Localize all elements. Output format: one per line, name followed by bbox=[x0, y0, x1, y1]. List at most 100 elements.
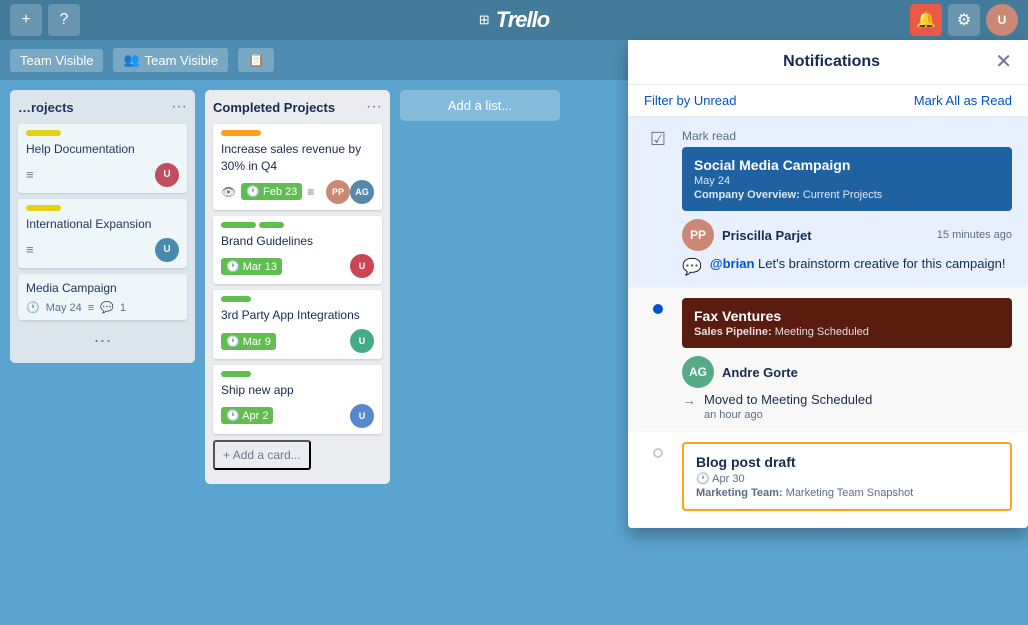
notif-read-toggle-1[interactable]: ☑ bbox=[646, 127, 670, 151]
user-avatar-button[interactable]: U bbox=[986, 4, 1018, 36]
card-help-documentation[interactable]: Help Documentation ≡ U bbox=[18, 124, 187, 193]
trello-logo: Trello bbox=[496, 7, 550, 33]
list-completed-projects: Completed Projects ··· Increase sales re… bbox=[205, 90, 390, 484]
team-icon: 👥 bbox=[123, 52, 139, 68]
nav-right: 🔔 ⚙ U bbox=[910, 4, 1018, 36]
board-label-blog: Marketing Team: bbox=[696, 487, 783, 499]
team-visible-button[interactable]: 👥 Team Visible bbox=[113, 48, 228, 72]
nav-left: + ? bbox=[10, 4, 80, 36]
board-menu-icon: 📋 bbox=[248, 52, 264, 68]
list-header-completed: Completed Projects ··· bbox=[213, 98, 382, 116]
trello-grid-icon: ⊞ bbox=[479, 12, 490, 28]
card-title-3rdparty: 3rd Party App Integrations bbox=[221, 307, 374, 324]
card-ship-app[interactable]: Ship new app 🕐 Apr 2 U bbox=[213, 365, 382, 434]
card-label-intl bbox=[26, 205, 61, 211]
card-meta-media: 🕐 May 24 ≡ 💬 1 bbox=[26, 301, 179, 314]
notif-action-row-2: → Moved to Meeting Scheduled an hour ago bbox=[682, 392, 1012, 421]
notif-body-3: Blog post draft 🕐 Apr 30 Marketing Team:… bbox=[682, 442, 1012, 517]
blog-date: Apr 30 bbox=[712, 473, 744, 485]
card-footer-sales: 👁 🕐 Feb 23 ≡ PP AG bbox=[221, 180, 374, 204]
card-brand-guidelines[interactable]: Brand Guidelines 🕐 Mar 13 U bbox=[213, 216, 382, 285]
card-increase-sales[interactable]: Increase sales revenue by 30% in Q4 👁 🕐 … bbox=[213, 124, 382, 210]
list-projects: …rojects ··· Help Documentation ≡ U Inte… bbox=[10, 90, 195, 363]
notif-card-title-fax: Fax Ventures bbox=[694, 308, 1000, 324]
due-badge-3rdparty: 🕐 Mar 9 bbox=[221, 333, 276, 350]
notif-user-row-2: AG Andre Gorte bbox=[682, 356, 1012, 388]
notifications-panel: Notifications ✕ Filter by Unread Mark Al… bbox=[628, 40, 1028, 528]
card-title-help: Help Documentation bbox=[26, 141, 179, 158]
card-title-shipapp: Ship new app bbox=[221, 382, 374, 399]
card-label-row-brand bbox=[221, 222, 374, 228]
notifications-header: Notifications ✕ bbox=[628, 40, 1028, 85]
label-green-shipapp bbox=[221, 371, 251, 377]
notif-card-title-blog: Blog post draft bbox=[696, 454, 998, 470]
notification-item-1: ☑ Mark read Social Media Campaign May 24… bbox=[628, 117, 1028, 288]
avatar-brand: U bbox=[350, 254, 374, 278]
logo-area: ⊞ Trello bbox=[479, 7, 549, 33]
board-title-button[interactable]: Team Visible bbox=[10, 49, 103, 72]
board-name-social: Current Projects bbox=[803, 189, 882, 201]
list-menu-button-completed[interactable]: ··· bbox=[366, 98, 382, 116]
due-badge-brand: 🕐 Mar 13 bbox=[221, 258, 282, 275]
label-green-2 bbox=[259, 222, 284, 228]
notifications-filter-bar: Filter by Unread Mark All as Read bbox=[628, 85, 1028, 117]
notifications-title: Notifications bbox=[668, 53, 995, 71]
notif-action-text-2: Moved to Meeting Scheduled bbox=[704, 392, 872, 407]
avatar-help: U bbox=[155, 163, 179, 187]
notif-avatar-pp: PP bbox=[682, 219, 714, 251]
notif-card-social-media[interactable]: Social Media Campaign May 24 Company Ove… bbox=[682, 147, 1012, 211]
notif-avatar-ag: AG bbox=[682, 356, 714, 388]
board-menu-button[interactable]: 📋 bbox=[238, 48, 274, 72]
list-menu-button-projects[interactable]: ··· bbox=[171, 98, 187, 116]
filter-unread-button[interactable]: Filter by Unread bbox=[644, 93, 736, 108]
notif-card-date-social: May 24 bbox=[694, 175, 1000, 187]
notif-card-date-blog: 🕐 Apr 30 bbox=[696, 472, 998, 485]
card-international-expansion[interactable]: International Expansion ≡ U bbox=[18, 199, 187, 268]
notif-left-2 bbox=[644, 298, 672, 314]
board-label-social: Company Overview: bbox=[694, 189, 800, 201]
notif-body-2: Fax Ventures Sales Pipeline: Meeting Sch… bbox=[682, 298, 1012, 421]
card-title-brand: Brand Guidelines bbox=[221, 233, 374, 250]
avatar-ag: AG bbox=[350, 180, 374, 204]
notifications-close-button[interactable]: ✕ bbox=[995, 52, 1012, 72]
clock-icon-blog: 🕐 bbox=[696, 473, 710, 485]
notif-dot-2 bbox=[653, 304, 663, 314]
avatar-intl: U bbox=[155, 238, 179, 262]
avatar-pp: PP bbox=[326, 180, 350, 204]
card-3rd-party[interactable]: 3rd Party App Integrations 🕐 Mar 9 U bbox=[213, 290, 382, 359]
board-name-blog: Marketing Team Snapshot bbox=[786, 487, 914, 499]
comment-body-1: Let's brainstorm creative for this campa… bbox=[758, 256, 1005, 271]
card-comment-icon: 💬 bbox=[100, 301, 114, 314]
add-card-label: Add a card... bbox=[233, 448, 301, 462]
desc-icon-sales: ≡ bbox=[307, 185, 314, 199]
notif-comment-row-1: 💬 @brian Let's brainstorm creative for t… bbox=[682, 255, 1012, 277]
notification-button[interactable]: 🔔 bbox=[910, 4, 942, 36]
add-list-button[interactable]: Add a list... bbox=[400, 90, 560, 121]
card-footer-3rdparty: 🕐 Mar 9 U bbox=[221, 329, 374, 353]
notif-body-1: Mark read Social Media Campaign May 24 C… bbox=[682, 127, 1012, 277]
top-navigation: + ? ⊞ Trello 🔔 ⚙ U bbox=[0, 0, 1028, 40]
card-footer-intl: ≡ U bbox=[26, 238, 179, 262]
action-arrow-icon: → bbox=[682, 392, 696, 408]
card-date-icon: 🕐 bbox=[26, 301, 40, 314]
board-name: Team Visible bbox=[20, 53, 93, 68]
help-button[interactable]: ? bbox=[48, 4, 80, 36]
add-card-button[interactable]: + Add a card... bbox=[213, 440, 311, 470]
card-title-intl: International Expansion bbox=[26, 216, 179, 233]
add-button[interactable]: + bbox=[10, 4, 42, 36]
notif-card-blog-post[interactable]: Blog post draft 🕐 Apr 30 Marketing Team:… bbox=[682, 442, 1012, 511]
notif-card-fax-ventures[interactable]: Fax Ventures Sales Pipeline: Meeting Sch… bbox=[682, 298, 1012, 348]
settings-button[interactable]: ⚙ bbox=[948, 4, 980, 36]
card-title-sales: Increase sales revenue by 30% in Q4 bbox=[221, 141, 374, 175]
list-dots-bottom: ··· bbox=[18, 326, 187, 355]
board-label-fax: Sales Pipeline: bbox=[694, 326, 772, 338]
notif-user-row-1: PP Priscilla Parjet 15 minutes ago bbox=[682, 219, 1012, 251]
mark-read-button-1[interactable]: Mark read bbox=[682, 129, 736, 143]
notif-dot-empty-3 bbox=[653, 448, 663, 458]
label-green-3rdparty bbox=[221, 296, 251, 302]
card-desc-icon: ≡ bbox=[26, 167, 34, 182]
card-media-campaign[interactable]: Media Campaign 🕐 May 24 ≡ 💬 1 bbox=[18, 274, 187, 321]
notif-card-board-social: Company Overview: Current Projects bbox=[694, 189, 1000, 201]
mark-all-read-button[interactable]: Mark All as Read bbox=[914, 93, 1012, 108]
notif-comment-text-1: @brian Let's brainstorm creative for thi… bbox=[710, 255, 1006, 273]
